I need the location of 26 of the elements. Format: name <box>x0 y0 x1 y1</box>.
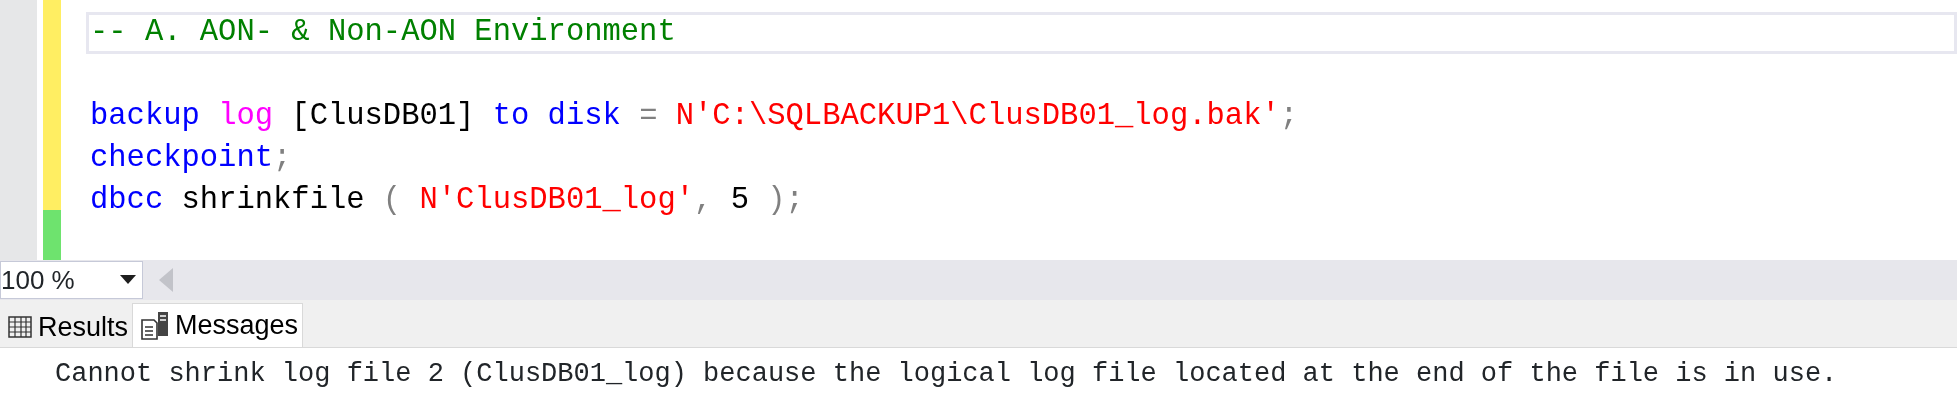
code-comment: -- A. AON- & Non-AON Environment <box>90 15 676 51</box>
code-token: = <box>638 98 658 135</box>
code-token: [ClusDB01] <box>290 98 475 135</box>
code-token: N'C:\SQLBACKUP1\ClusDB01_log.bak' <box>674 98 1280 135</box>
code-token: N'ClusDB01_log' <box>418 182 695 219</box>
code-token: shrinkfile <box>180 182 365 219</box>
caret-icon <box>120 275 136 285</box>
code-token: checkpoint <box>90 140 274 177</box>
scroll-left-icon[interactable] <box>159 268 173 292</box>
code-token: ; <box>1279 98 1299 135</box>
code-token: 5 <box>729 182 749 219</box>
results-tab[interactable]: Messages <box>132 303 304 347</box>
code-token: disk <box>546 98 621 135</box>
results-tab[interactable]: Results <box>0 307 133 347</box>
code-token: backup <box>90 98 200 135</box>
code-token: , <box>694 182 713 219</box>
message-text: Cannot shrink log file 2 (ClusDB01_log) because the logical log file located at the end of the file is in use. <box>54 358 1839 391</box>
messages-icon <box>141 310 170 341</box>
code-token: dbcc <box>90 182 164 219</box>
grid-icon <box>8 316 32 338</box>
code-token: ); <box>766 182 804 219</box>
code-token: log <box>217 98 274 135</box>
zoom-combobox[interactable]: 100 % <box>0 261 143 299</box>
code-token: ; <box>273 140 292 177</box>
code-token: to <box>491 98 530 135</box>
code-token: ( <box>381 182 402 219</box>
